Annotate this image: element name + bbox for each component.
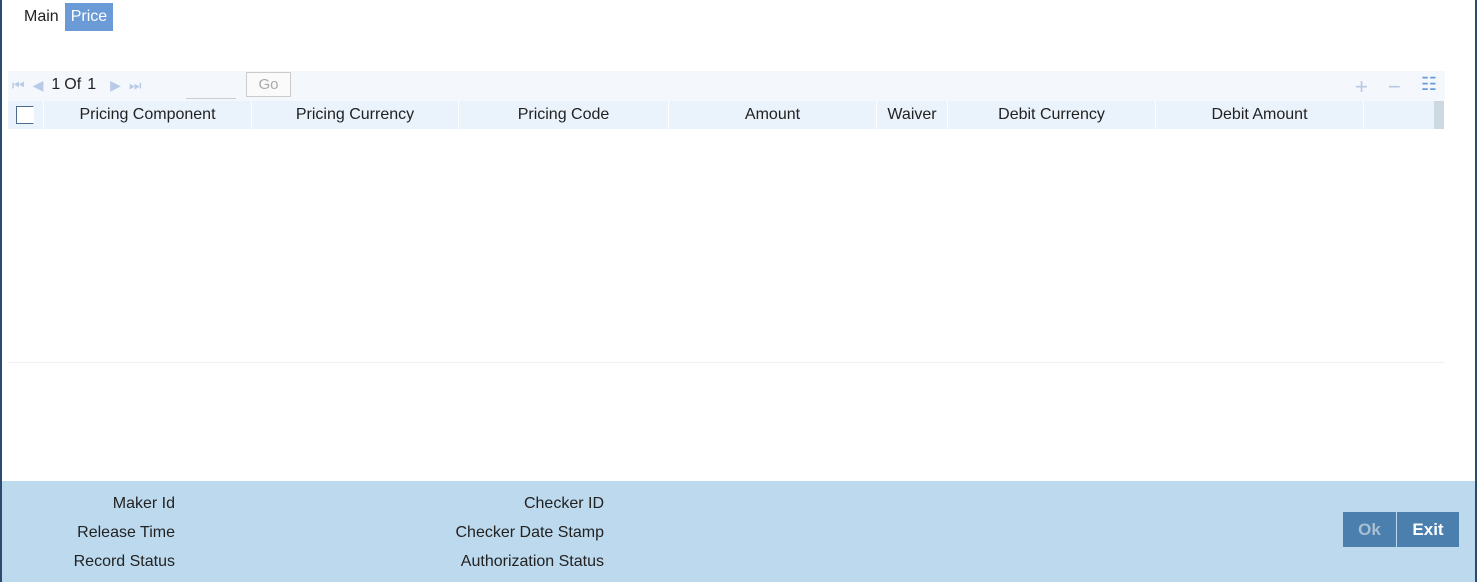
- scrollbar[interactable]: [1434, 101, 1445, 129]
- checker-date-stamp-label: Checker Date Stamp: [455, 524, 604, 541]
- col-pricing-currency[interactable]: Pricing Currency: [252, 101, 459, 129]
- maker-id-label: Maker Id: [112, 495, 175, 512]
- next-page-icon[interactable]: ▶: [110, 77, 121, 94]
- of-label: Of: [64, 76, 82, 93]
- tab-main[interactable]: Main: [18, 3, 65, 31]
- exit-button[interactable]: Exit: [1397, 512, 1459, 547]
- release-time-label: Release Time: [77, 524, 175, 541]
- footer: Maker Id Release Time Record Status Chec…: [2, 481, 1475, 582]
- current-page: 1: [51, 76, 61, 93]
- pricing-grid: ⏮ ◀ 1 Of 1 ▶ ⏭ Go + − ☷ Pricing Componen…: [8, 71, 1445, 363]
- go-button[interactable]: Go: [246, 72, 291, 97]
- delete-row-icon[interactable]: −: [1388, 74, 1401, 100]
- checker-id-label: Checker ID: [523, 495, 604, 512]
- grid-toolbar: ⏮ ◀ 1 Of 1 ▶ ⏭ Go + − ☷: [8, 71, 1445, 101]
- col-amount[interactable]: Amount: [669, 101, 877, 129]
- list-view-icon[interactable]: ☷: [1421, 74, 1437, 100]
- authorization-status-label: Authorization Status: [460, 553, 604, 570]
- col-pricing-component[interactable]: Pricing Component: [44, 101, 252, 129]
- col-debit-currency[interactable]: Debit Currency: [948, 101, 1156, 129]
- col-pricing-code[interactable]: Pricing Code: [459, 101, 669, 129]
- col-debit-amount[interactable]: Debit Amount: [1156, 101, 1364, 129]
- last-page-icon[interactable]: ⏭: [129, 77, 142, 94]
- prev-page-icon[interactable]: ◀: [33, 77, 44, 94]
- add-row-icon[interactable]: +: [1355, 74, 1368, 100]
- record-status-label: Record Status: [73, 553, 175, 570]
- select-all-checkbox[interactable]: [16, 106, 34, 124]
- tab-bar: Main Price: [18, 3, 114, 31]
- total-pages: 1: [87, 76, 97, 93]
- grid-header: Pricing Component Pricing Currency Prici…: [8, 101, 1445, 129]
- first-page-icon[interactable]: ⏮: [12, 77, 25, 94]
- tab-price[interactable]: Price: [64, 3, 114, 31]
- ok-button[interactable]: Ok: [1343, 512, 1396, 547]
- col-waiver[interactable]: Waiver: [877, 101, 948, 129]
- page-input[interactable]: [186, 77, 236, 99]
